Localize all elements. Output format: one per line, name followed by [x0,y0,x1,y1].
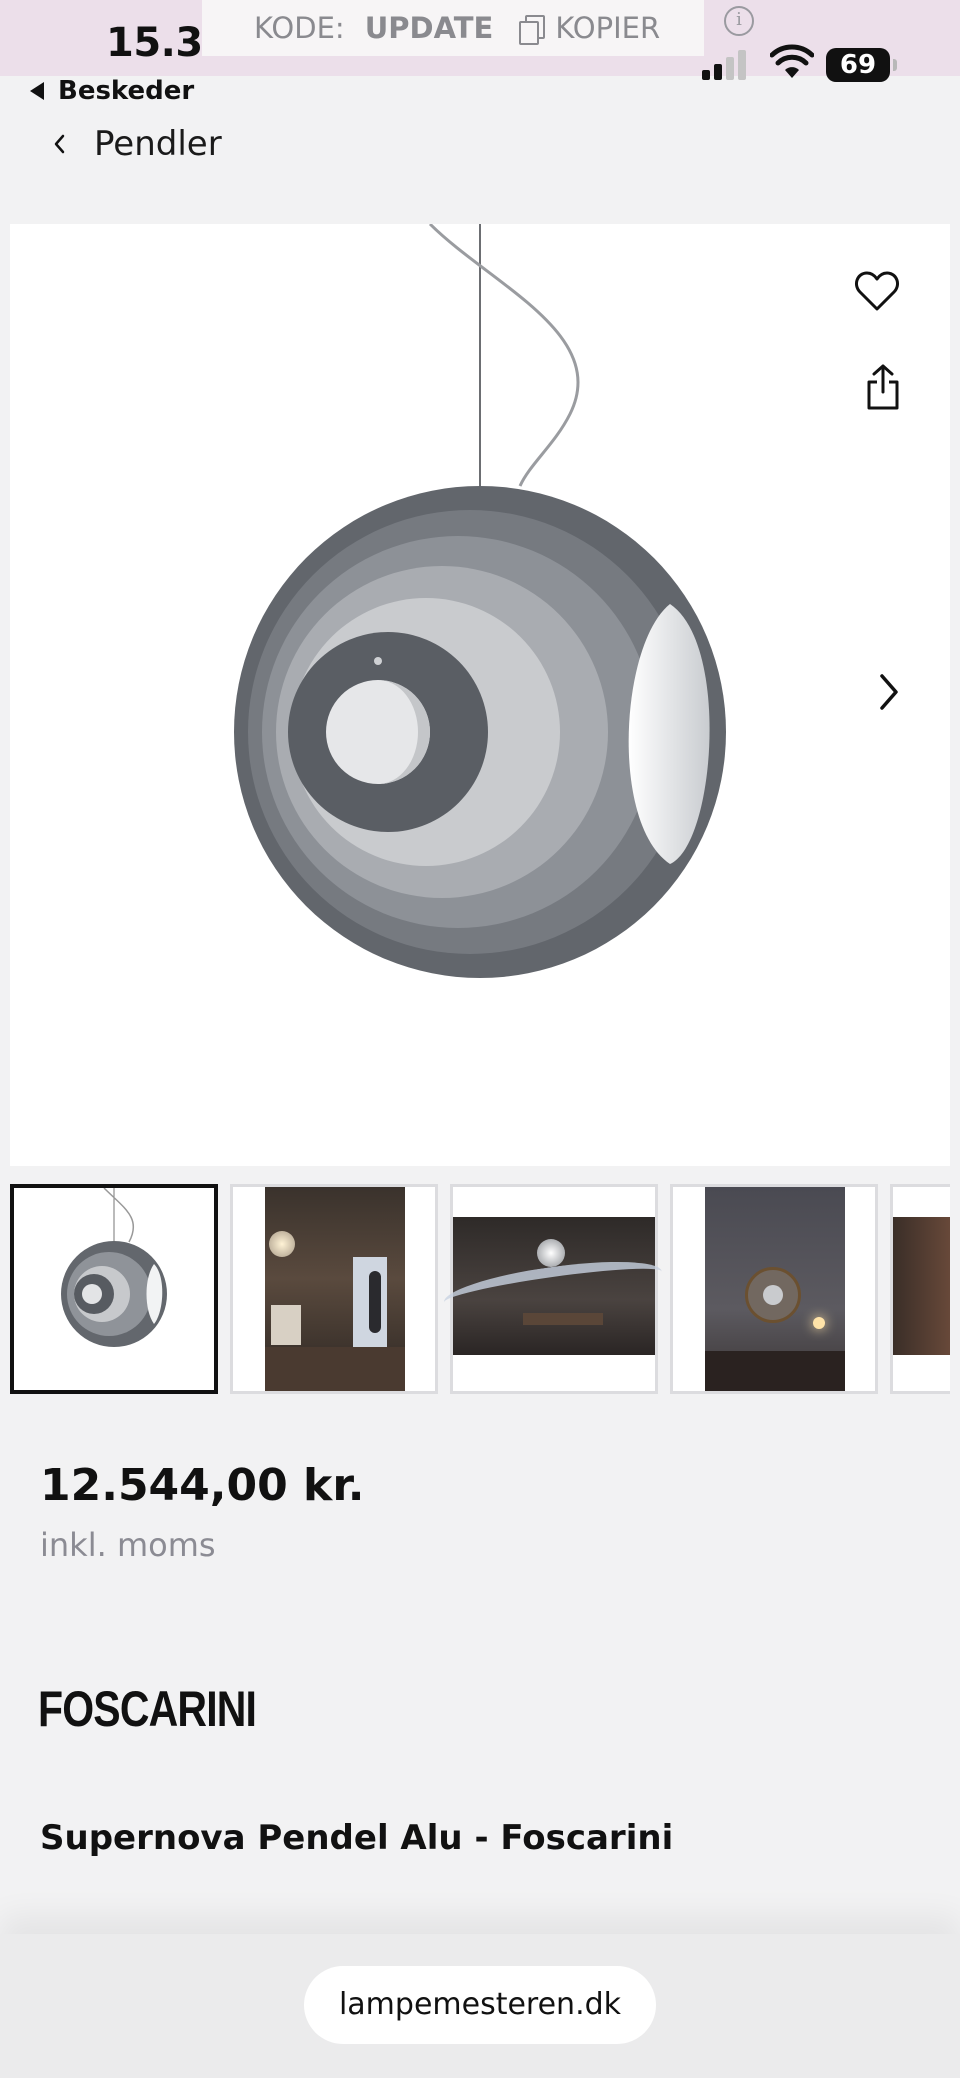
chevron-left-icon [54,134,65,154]
back-triangle-icon [30,82,44,100]
wifi-icon [770,44,814,78]
thumbnail-2[interactable] [230,1184,438,1394]
status-bar: 15.31 KODE: UPDATE KOPIER i 69 [0,0,960,82]
back-to-app-link[interactable]: Beskeder [30,76,194,106]
product-price: 12.544,00 kr. [40,1460,365,1511]
thumbnail-1[interactable] [10,1184,218,1394]
light-streak-photo [441,1217,665,1355]
promo-code-banner[interactable]: KODE: UPDATE KOPIER [202,0,704,56]
thumbnail-4[interactable] [670,1184,878,1394]
battery-indicator: 69 [826,48,897,82]
thumbnail-lamp-image [61,1187,167,1347]
copy-button[interactable]: KOPIER [555,11,660,45]
address-bar[interactable]: lampemesteren.dk [304,1966,656,2044]
thumbnail-3[interactable] [441,1184,665,1394]
chevron-right-icon[interactable] [874,670,904,714]
vat-note: inkl. moms [40,1526,216,1564]
product-main-image[interactable] [10,222,950,1166]
pendant-lamp-illustration [234,222,726,978]
share-icon[interactable] [866,364,900,410]
back-app-label: Beskeder [58,76,195,106]
promo-code-label: KODE: [254,11,345,45]
copy-icon[interactable] [519,15,546,45]
product-title: Supernova Pendel Alu - Foscarini [40,1818,674,1858]
brand-logo[interactable]: FOSCARINI [38,1680,257,1738]
breadcrumb-label: Pendler [94,124,222,164]
living-room-photo [265,1187,405,1391]
interior-photo [893,1217,950,1355]
info-icon[interactable]: i [724,6,754,36]
hallway-mirror-photo [705,1187,845,1391]
thumbnail-5[interactable] [890,1184,950,1394]
heart-icon[interactable] [854,270,900,312]
breadcrumb[interactable]: Pendler [44,124,222,164]
cellular-signal-icon [702,48,750,80]
promo-code-value: UPDATE [364,11,494,45]
thumbnail-strip[interactable] [10,1184,950,1394]
